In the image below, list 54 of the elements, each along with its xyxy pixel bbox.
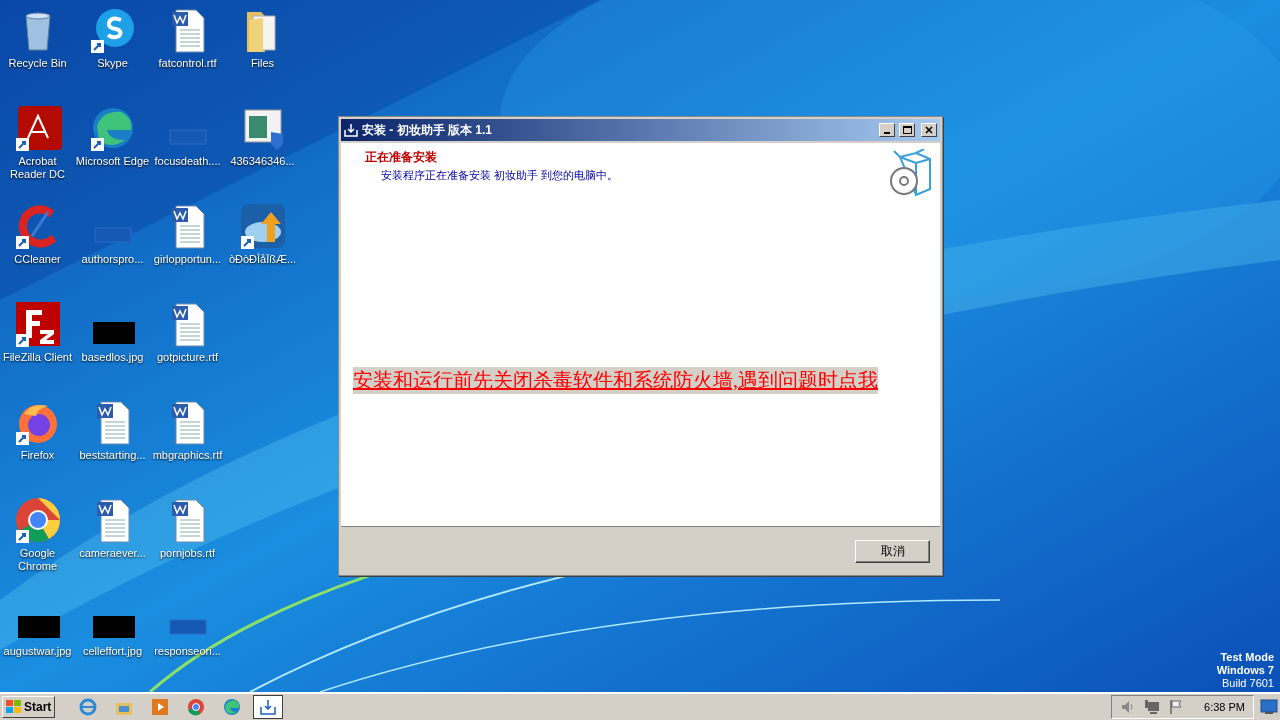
icon-label: fatcontrol.rtf [158, 57, 217, 70]
icon-label: Acrobat Reader DC [9, 155, 66, 181]
windows-logo-icon [6, 700, 22, 714]
icon-label: augustwar.jpg [3, 645, 72, 658]
icon-label: Recycle Bin [8, 57, 67, 70]
icon-label: focusdeath.... [154, 155, 221, 168]
minimize-button[interactable] [879, 123, 895, 137]
network-icon[interactable] [1144, 699, 1161, 715]
download-icon [258, 697, 279, 717]
icon-label: Google Chrome [16, 547, 59, 573]
icon-label: Files [250, 57, 275, 70]
download-icon [344, 123, 358, 137]
window-title: 安装 - 初妆助手 版本 1.1 [362, 121, 493, 139]
icon-label: basedlos.jpg [81, 351, 144, 364]
icon-label: girlopportun... [153, 253, 222, 266]
icon-label: celleffort.jpg [82, 645, 143, 658]
browser-icon [186, 697, 207, 717]
play-icon [150, 697, 171, 717]
show-desktop-icon[interactable] [1260, 699, 1278, 715]
icon-label: CCleaner [14, 253, 61, 266]
page-subheading: 安装程序正在准备安装 初妆助手 到您的电脑中。 [380, 168, 619, 183]
icon-label: 436346346... [230, 155, 295, 168]
ftp-icon[interactable] [13, 300, 62, 348]
icon-label: beststarting... [79, 449, 146, 462]
close-icon [925, 126, 933, 134]
icon-label: mbgraphics.rtf [152, 449, 223, 462]
close-button[interactable] [921, 123, 937, 137]
icon-label: authorspro... [81, 253, 144, 266]
icon-label: cameraever... [79, 547, 146, 560]
chat-app-icon[interactable] [88, 6, 137, 54]
pdf-icon[interactable] [13, 104, 62, 152]
desktop-watermark-text: Test Mode [1220, 651, 1274, 664]
maximize-icon [902, 126, 912, 134]
flag-icon[interactable] [1168, 699, 1185, 715]
icon-label: Skype [97, 57, 128, 70]
icon-label: pornjobs.rtf [160, 547, 215, 560]
browser-icon[interactable] [13, 496, 62, 544]
browser-icon [78, 697, 99, 717]
icon-label: Microsoft Edge [75, 155, 150, 168]
icon-label: Firefox [20, 449, 55, 462]
app-icon[interactable] [238, 202, 287, 250]
icon-label: òÐòÐÎåÏßÆ... [228, 253, 297, 266]
desktop-watermark-text: Build 7601 [1222, 677, 1274, 690]
desktop-watermark-text: Windows 7 [1216, 664, 1274, 677]
start-button[interactable]: Start [2, 696, 56, 718]
cancel-button[interactable]: 取消 [855, 539, 930, 563]
taskbar-app-button[interactable] [253, 695, 284, 719]
page-heading: 正在准备安装 [365, 149, 438, 166]
clock[interactable]: 6:38 PM [1204, 701, 1245, 713]
icon-label: FileZilla Client [2, 351, 73, 364]
browser-icon [222, 697, 243, 717]
icon-label: responseori... [154, 645, 221, 658]
icon-label: gotpicture.rtf [156, 351, 219, 364]
maximize-button[interactable] [899, 123, 915, 137]
